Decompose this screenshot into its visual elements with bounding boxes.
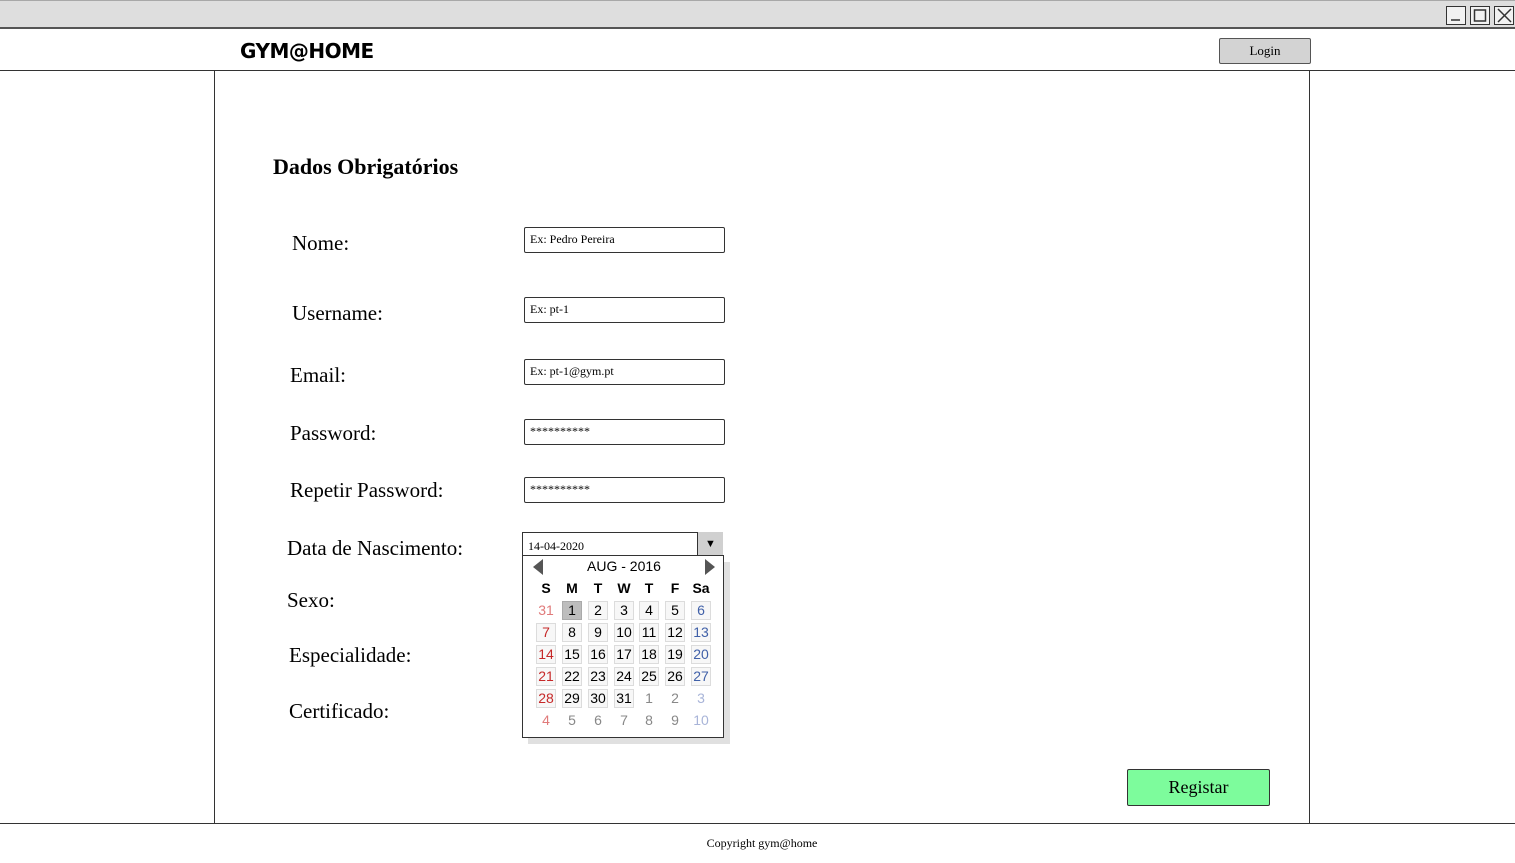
calendar-weekday: F bbox=[670, 580, 680, 596]
username-label: Username: bbox=[292, 301, 383, 325]
calendar-day[interactable]: 2 bbox=[589, 602, 607, 619]
calendar-next-icon[interactable] bbox=[705, 559, 715, 575]
calendar-day[interactable]: 23 bbox=[589, 668, 607, 685]
calendar-day[interactable]: 1 bbox=[563, 602, 581, 619]
window-titlebar bbox=[0, 0, 1515, 29]
close-icon bbox=[1497, 8, 1512, 23]
email-label: Email: bbox=[290, 363, 346, 387]
nome-label: Nome: bbox=[292, 231, 350, 255]
calendar-day[interactable]: 5 bbox=[563, 712, 581, 729]
calendar-day[interactable]: 27 bbox=[692, 668, 710, 685]
calendar-day[interactable]: 4 bbox=[640, 602, 658, 619]
calendar-day[interactable]: 14 bbox=[537, 646, 555, 663]
calendar-day[interactable]: 22 bbox=[563, 668, 581, 685]
minimize-button[interactable] bbox=[1446, 6, 1466, 25]
password-input[interactable]: ********** bbox=[524, 419, 725, 445]
calendar-day[interactable]: 31 bbox=[615, 690, 633, 707]
calendar-day[interactable]: 3 bbox=[692, 690, 710, 707]
email-input[interactable]: Ex: pt-1@gym.pt bbox=[524, 359, 725, 385]
calendar-day[interactable]: 10 bbox=[692, 712, 710, 729]
minimize-icon bbox=[1451, 19, 1460, 21]
calendar-day[interactable]: 12 bbox=[666, 624, 684, 641]
calendar-weekday: T bbox=[593, 580, 603, 596]
maximize-icon bbox=[1473, 9, 1487, 22]
calendar-day[interactable]: 9 bbox=[666, 712, 684, 729]
app-logo[interactable]: GYM@HOME bbox=[240, 39, 374, 63]
calendar-day[interactable]: 21 bbox=[537, 668, 555, 685]
birthdate-value: 14-04-2020 bbox=[528, 539, 584, 553]
calendar-day[interactable]: 25 bbox=[640, 668, 658, 685]
calendar-day[interactable]: 20 bbox=[692, 646, 710, 663]
calendar-day[interactable]: 9 bbox=[589, 624, 607, 641]
footer-divider bbox=[0, 823, 1515, 824]
calendar-day[interactable]: 18 bbox=[640, 646, 658, 663]
calendar-day[interactable]: 29 bbox=[563, 690, 581, 707]
birthdate-label: Data de Nascimento: bbox=[287, 536, 464, 560]
calendar-day[interactable]: 10 bbox=[615, 624, 633, 641]
calendar-day[interactable]: 7 bbox=[615, 712, 633, 729]
maximize-button[interactable] bbox=[1470, 6, 1490, 25]
calendar-day[interactable]: 16 bbox=[589, 646, 607, 663]
calendar-day[interactable]: 6 bbox=[589, 712, 607, 729]
sexo-label: Sexo: bbox=[287, 588, 335, 612]
password-label: Password: bbox=[290, 421, 377, 445]
calendar-weekday: M bbox=[566, 580, 578, 596]
calendar-day[interactable]: 4 bbox=[537, 712, 555, 729]
login-button[interactable]: Login bbox=[1219, 38, 1311, 64]
especialidade-label: Especialidade: bbox=[289, 643, 412, 667]
calendar-weekday: S bbox=[541, 580, 551, 596]
calendar-day[interactable]: 26 bbox=[666, 668, 684, 685]
calendar-month-label: AUG - 2016 bbox=[587, 558, 661, 574]
nome-input[interactable]: Ex: Pedro Pereira bbox=[524, 227, 725, 253]
calendar-weekday: T bbox=[644, 580, 654, 596]
calendar-day[interactable]: 15 bbox=[563, 646, 581, 663]
close-button[interactable] bbox=[1494, 6, 1514, 25]
registar-button[interactable]: Registar bbox=[1127, 769, 1270, 806]
calendar-day[interactable]: 5 bbox=[666, 602, 684, 619]
calendar-day[interactable]: 7 bbox=[537, 624, 555, 641]
calendar-prev-icon[interactable] bbox=[533, 559, 543, 575]
calendar-day[interactable]: 24 bbox=[615, 668, 633, 685]
calendar-day[interactable]: 1 bbox=[640, 690, 658, 707]
repeat-password-input[interactable]: ********** bbox=[524, 477, 725, 503]
certificado-label: Certificado: bbox=[289, 699, 390, 723]
calendar-day[interactable]: 31 bbox=[537, 602, 555, 619]
calendar-day[interactable]: 6 bbox=[692, 602, 710, 619]
calendar-weekday: Sa bbox=[692, 580, 710, 596]
calendar-popup: AUG - 2016 S M T W T F Sa 31 1 2 3 4 5 6 7 8 9 10 11 12 13 14… bbox=[522, 555, 724, 738]
footer-copyright: Copyright gym@home bbox=[706, 836, 818, 850]
calendar-day[interactable]: 11 bbox=[640, 624, 658, 641]
calendar-day[interactable]: 3 bbox=[615, 602, 633, 619]
birthdate-picker[interactable]: 14-04-2020 ▼ bbox=[522, 532, 723, 556]
calendar-day[interactable]: 13 bbox=[692, 624, 710, 641]
chevron-down-icon: ▼ bbox=[705, 538, 716, 550]
app-header: GYM@HOME Login bbox=[0, 30, 1515, 71]
section-title: Dados Obrigatórios bbox=[273, 154, 459, 179]
calendar-day[interactable]: 8 bbox=[640, 712, 658, 729]
calendar-day[interactable]: 8 bbox=[563, 624, 581, 641]
calendar-weekday: W bbox=[617, 580, 631, 596]
calendar-day[interactable]: 30 bbox=[589, 690, 607, 707]
username-input[interactable]: Ex: pt-1 bbox=[524, 297, 725, 323]
calendar-day[interactable]: 19 bbox=[666, 646, 684, 663]
calendar-day[interactable]: 2 bbox=[666, 690, 684, 707]
birthdate-toggle-button[interactable]: ▼ bbox=[697, 532, 723, 555]
calendar-day[interactable]: 17 bbox=[615, 646, 633, 663]
calendar-day[interactable]: 28 bbox=[537, 690, 555, 707]
repeat-password-label: Repetir Password: bbox=[290, 478, 444, 502]
